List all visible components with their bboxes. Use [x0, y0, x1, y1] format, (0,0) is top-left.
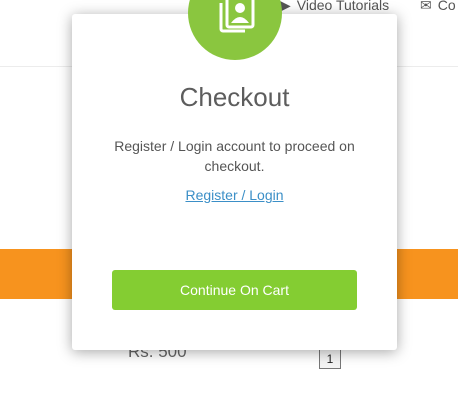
user-card-icon [188, 0, 282, 60]
modal-title: Checkout [179, 82, 290, 112]
quantity-field[interactable]: 1 [319, 347, 341, 369]
continue-on-cart-button[interactable]: Continue On Cart [112, 270, 357, 310]
modal-message: Register / Login account to proceed on c… [114, 138, 355, 174]
register-login-link[interactable]: Register / Login [185, 187, 283, 203]
nav-video-tutorials[interactable]: ▶ Video Tutorials [280, 0, 389, 14]
nav-video-label: Video Tutorials [296, 0, 390, 13]
nav-contact[interactable]: ✉ Co [420, 0, 456, 14]
envelope-icon: ✉ [420, 0, 432, 13]
register-login-link-wrapper: Register / Login [72, 187, 397, 203]
user-card-icon-graphic [219, 0, 255, 33]
checkout-modal: Checkout Register / Login account to pro… [72, 0, 397, 350]
nav-contact-label: Co [437, 0, 456, 13]
